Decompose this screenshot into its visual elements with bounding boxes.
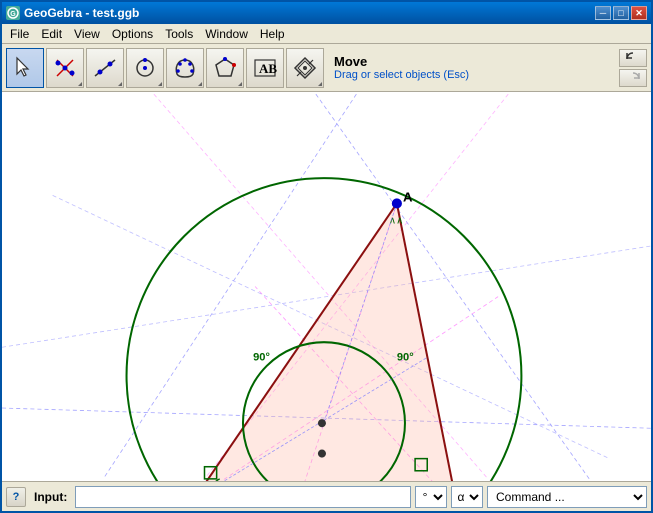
command-select[interactable]: Command ... (487, 486, 647, 508)
tool-info-panel: Move Drag or select objects (Esc) (326, 50, 613, 85)
toolbar: ABC Move Drag or select objects (Esc) (2, 44, 651, 92)
move-icon (13, 56, 37, 80)
line-tool-button[interactable] (86, 48, 124, 88)
app-icon: G (6, 6, 20, 20)
menu-file[interactable]: File (4, 25, 35, 43)
tool-dropdown-arrow (78, 82, 82, 86)
canvas-area[interactable]: 90° 90° ∟ ∧∧ A B C (2, 92, 651, 481)
circle-icon (133, 56, 157, 80)
svg-text:A: A (403, 189, 413, 204)
tool-dropdown-arrow4 (198, 82, 202, 86)
menu-window[interactable]: Window (199, 25, 254, 43)
help-button[interactable]: ? (6, 487, 26, 507)
window-controls: ─ □ ✕ (595, 6, 647, 20)
svg-text:90°: 90° (397, 351, 414, 363)
tool-dropdown-arrow6 (318, 82, 322, 86)
active-tool-description: Drag or select objects (Esc) (334, 69, 605, 81)
conic-tool-button[interactable] (166, 48, 204, 88)
window-title: GeoGebra - test.ggb (24, 6, 139, 20)
degree-select[interactable]: ° (415, 486, 447, 508)
menu-tools[interactable]: Tools (159, 25, 199, 43)
undo-redo-area (619, 49, 647, 87)
transform-icon (293, 56, 317, 80)
circle-tool-button[interactable] (126, 48, 164, 88)
undo-button[interactable] (619, 49, 647, 67)
tool-dropdown-arrow5 (238, 82, 242, 86)
minimize-button[interactable]: ─ (595, 6, 611, 20)
svg-text:ABC: ABC (259, 61, 277, 76)
statusbar: ? Input: ° α Command ... (2, 481, 651, 511)
svg-text:∧∧: ∧∧ (389, 216, 404, 227)
input-label: Input: (30, 490, 71, 504)
menu-options[interactable]: Options (106, 25, 159, 43)
svg-text:G: G (10, 11, 16, 18)
undo-icon (625, 51, 641, 65)
close-button[interactable]: ✕ (631, 6, 647, 20)
menu-view[interactable]: View (68, 25, 106, 43)
text-icon: ABC (253, 56, 277, 80)
text-tool-button[interactable]: ABC (246, 48, 284, 88)
menubar: File Edit View Options Tools Window Help (2, 24, 651, 44)
svg-text:90°: 90° (253, 351, 270, 363)
main-window: G GeoGebra - test.ggb ─ □ ✕ File Edit Vi… (0, 0, 653, 513)
conic-icon (173, 56, 197, 80)
maximize-button[interactable]: □ (613, 6, 629, 20)
menu-edit[interactable]: Edit (35, 25, 68, 43)
transform-tool-button[interactable] (286, 48, 324, 88)
menu-help[interactable]: Help (254, 25, 291, 43)
tool-dropdown-arrow3 (158, 82, 162, 86)
move-tool-button[interactable] (6, 48, 44, 88)
active-tool-name: Move (334, 54, 605, 69)
titlebar-left: G GeoGebra - test.ggb (6, 6, 139, 20)
tool-dropdown-arrow2 (118, 82, 122, 86)
polygon-icon (213, 56, 237, 80)
point-tool-button[interactable] (46, 48, 84, 88)
polygon-tool-button[interactable] (206, 48, 244, 88)
point-icon (53, 56, 77, 80)
alpha-select[interactable]: α (451, 486, 483, 508)
input-field[interactable] (75, 486, 411, 508)
redo-button[interactable] (619, 69, 647, 87)
redo-icon (625, 71, 641, 85)
geometry-canvas[interactable]: 90° 90° ∟ ∧∧ A B C (2, 92, 651, 481)
titlebar: G GeoGebra - test.ggb ─ □ ✕ (2, 2, 651, 24)
line-icon (93, 56, 117, 80)
